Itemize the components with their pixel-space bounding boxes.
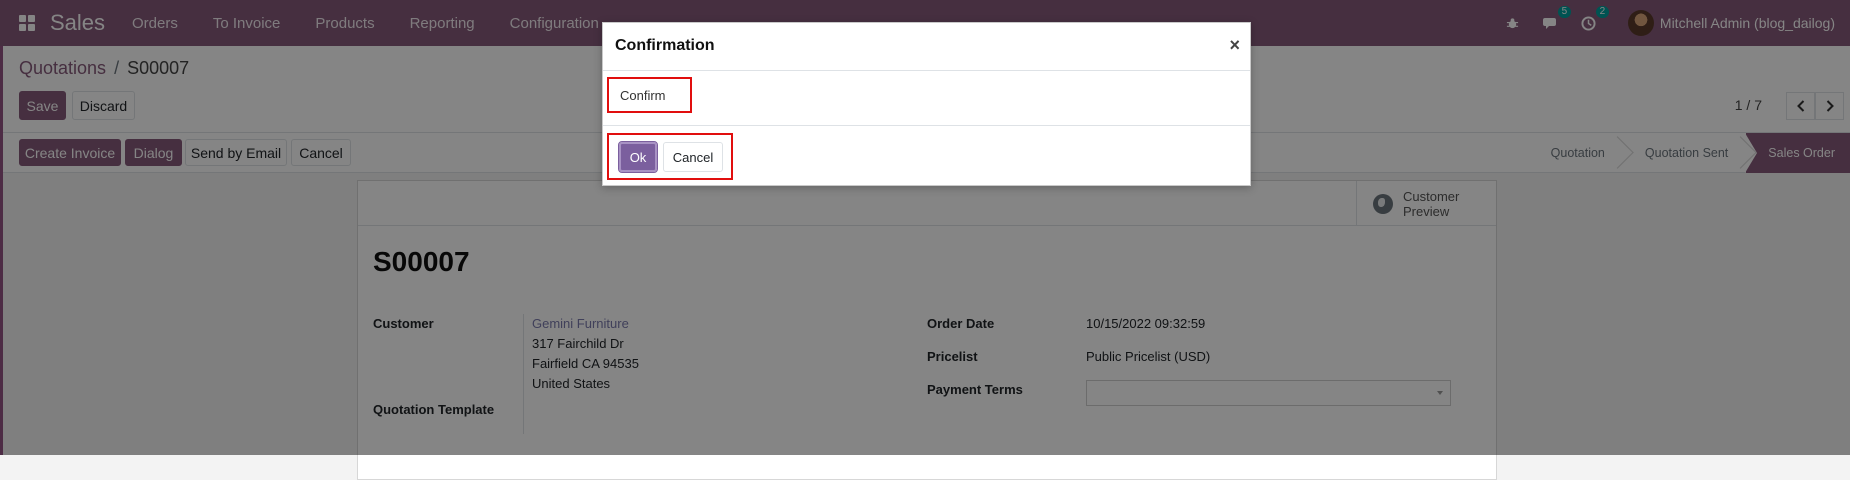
ok-button[interactable]: Ok: [618, 141, 658, 173]
dialog-footer: Ok Cancel: [603, 126, 1250, 186]
dialog-header: Confirmation ×: [603, 23, 1250, 71]
cancel-button[interactable]: Cancel: [663, 142, 723, 172]
dialog-body: Confirm: [603, 71, 1250, 126]
dialog-message: Confirm: [607, 77, 692, 113]
dialog-title: Confirmation: [615, 37, 715, 54]
close-icon[interactable]: ×: [1229, 35, 1240, 56]
confirmation-dialog: Confirmation × Confirm Ok Cancel: [602, 22, 1251, 186]
left-edge-border: [0, 46, 3, 455]
